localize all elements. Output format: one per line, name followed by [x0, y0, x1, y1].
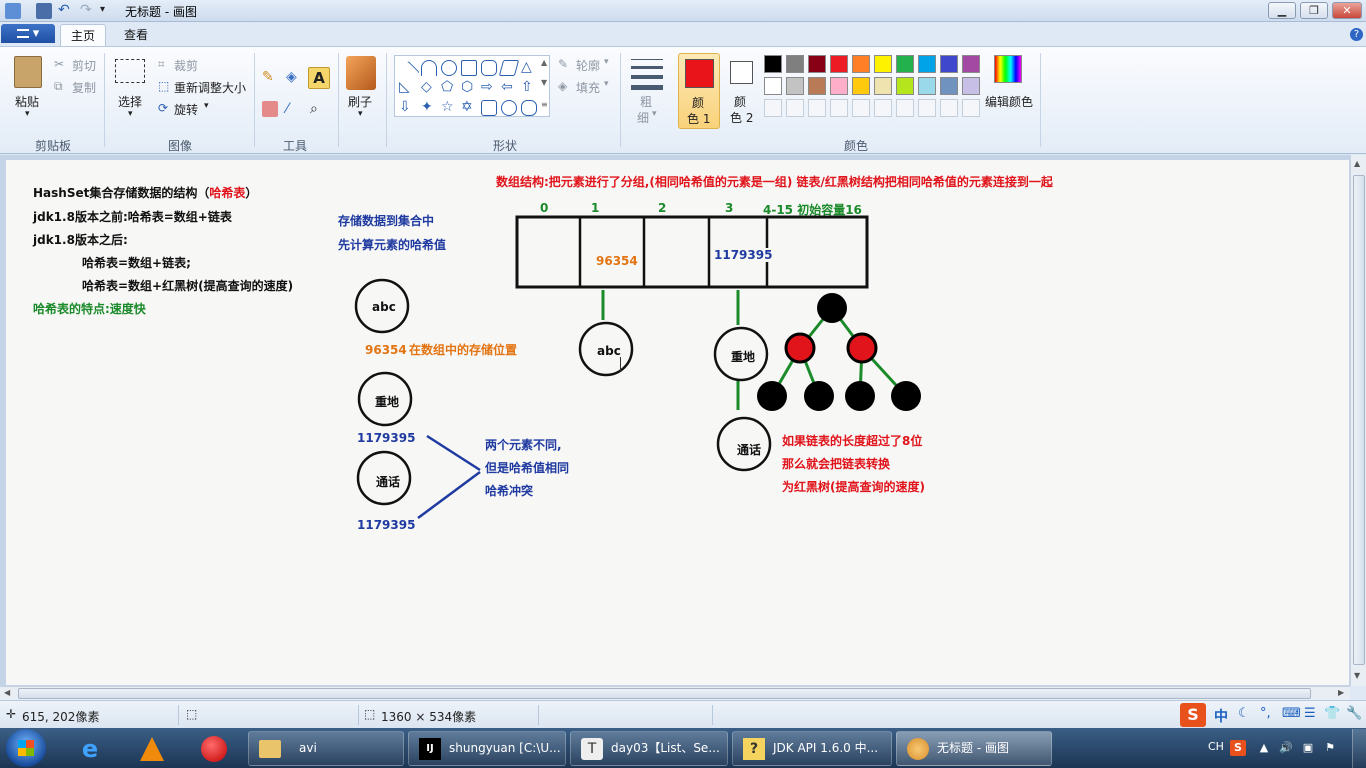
tray-sogou-icon[interactable]: S	[1230, 740, 1246, 756]
hash-zhongdi: 1179395	[357, 431, 416, 445]
status-separator	[358, 705, 359, 725]
action-center-icon[interactable]: ⚑	[1322, 740, 1338, 756]
vertical-scroll-thumb[interactable]	[1353, 175, 1365, 665]
taskbar-item-label: JDK API 1.6.0 中...	[773, 741, 879, 755]
cursor-position: 615, 202像素	[22, 710, 100, 724]
taskbar-item-intellij[interactable]: IJ shungyuan [C:\U...	[408, 731, 566, 766]
chm-help-icon: ?	[743, 737, 765, 760]
windows-logo-icon	[18, 740, 34, 756]
ime-tools-icon[interactable]: 🔧	[1346, 706, 1362, 721]
intellij-icon: IJ	[419, 737, 441, 760]
tray-show-hidden-icon[interactable]: ▲	[1256, 740, 1272, 756]
array-cell-1-value: 96354	[596, 254, 638, 268]
show-desktop-button[interactable]	[1352, 729, 1366, 768]
taskbar-item-paint[interactable]: 无标题 - 画图	[896, 731, 1052, 766]
tree-node-red	[846, 332, 878, 364]
sogou-ime-icon[interactable]: S	[1180, 703, 1206, 727]
tree-node-black	[757, 381, 787, 411]
canvas-size-icon: ⬚	[364, 707, 376, 721]
volume-icon[interactable]: 🔊	[1278, 740, 1294, 756]
selection-size-icon: ⬚	[186, 707, 198, 721]
conflict-note2: 但是哈希值相同	[485, 461, 570, 475]
horizontal-scroll-thumb[interactable]	[18, 688, 1311, 699]
scroll-left-icon[interactable]: ◀	[4, 688, 10, 697]
conflict-line	[417, 470, 481, 520]
conflict-line	[426, 434, 481, 472]
taskbar-item-label: 无标题 - 画图	[937, 741, 1009, 755]
tree-node-black	[817, 293, 847, 323]
taskbar-item-label: avi	[299, 741, 317, 755]
diagram-graphics	[354, 215, 921, 520]
chain-abc-label: abc	[597, 344, 621, 358]
text-cursor-icon	[620, 357, 621, 371]
scroll-up-icon[interactable]: ▲	[1354, 159, 1360, 168]
hash-tonghua: 1179395	[357, 518, 416, 532]
array-cell-3-value: 1179395	[714, 248, 773, 262]
tree-note2: 那么就会把链表转换	[782, 457, 891, 471]
status-bar: ✛ 615, 202像素 ⬚ ⬚ 1360 × 534像素 S 中 ☾ °, ⌨…	[0, 700, 1366, 728]
paint-icon	[907, 737, 929, 760]
taskbar-record-icon[interactable]	[188, 731, 240, 766]
node-zhongdi-label: 重地	[375, 395, 400, 409]
chain-tonghua-label: 通话	[737, 443, 762, 457]
ime-menu-icon[interactable]: ☰	[1304, 706, 1316, 721]
ime-moon-icon[interactable]: ☾	[1238, 706, 1250, 721]
folder-icon	[259, 739, 281, 758]
tree-note3: 为红黑树(提高查询的速度)	[782, 480, 925, 494]
taskbar-item-avi[interactable]: avi	[248, 731, 404, 766]
taskbar-vlc-icon[interactable]	[126, 731, 178, 766]
scroll-down-icon[interactable]: ▼	[1354, 671, 1360, 680]
network-icon[interactable]: ▣	[1300, 740, 1316, 756]
language-indicator[interactable]: CH	[1208, 740, 1224, 753]
canvas-size: 1360 × 534像素	[381, 710, 477, 724]
taskbar-item-typora[interactable]: Tday03【List、Se...	[570, 731, 728, 766]
ime-punct-icon[interactable]: °,	[1260, 706, 1271, 721]
conflict-note3: 哈希冲突	[485, 484, 534, 498]
tree-node-black	[845, 381, 875, 411]
tree-node-black	[804, 381, 834, 411]
status-separator	[178, 705, 179, 725]
status-separator	[538, 705, 539, 725]
ime-skin-icon[interactable]: 👕	[1324, 706, 1340, 721]
horizontal-scrollbar[interactable]: ◀ ▶	[0, 686, 1350, 700]
taskbar-ie-icon[interactable]: e	[64, 731, 116, 766]
hash-abc: 96354	[365, 343, 407, 357]
scroll-right-icon[interactable]: ▶	[1338, 688, 1344, 697]
vertical-scrollbar[interactable]: ▲ ▼	[1350, 155, 1366, 686]
taskbar-item-jdk-api[interactable]: ? JDK API 1.6.0 中...	[732, 731, 892, 766]
node-tonghua-label: 通话	[376, 475, 401, 489]
conflict-note1: 两个元素不同,	[485, 438, 562, 452]
position-note: 在数组中的存储位置	[409, 343, 518, 357]
status-separator	[712, 705, 713, 725]
node-abc-label: abc	[372, 300, 396, 314]
taskbar-item-label: day03【List、Se...	[611, 741, 720, 755]
chain-zhongdi-label: 重地	[731, 350, 756, 364]
cursor-position-icon: ✛	[6, 707, 17, 721]
start-button[interactable]	[6, 729, 46, 767]
tree-node-black	[891, 381, 921, 411]
tree-note1: 如果链表的长度超过了8位	[782, 434, 923, 448]
array-box	[515, 215, 869, 289]
taskbar-item-label: shungyuan [C:\U...	[449, 741, 561, 755]
ime-chinese-icon[interactable]: 中	[1214, 706, 1228, 726]
typora-icon: T	[581, 737, 603, 760]
tree-node-red	[784, 332, 816, 364]
ime-keyboard-icon[interactable]: ⌨	[1282, 706, 1301, 721]
